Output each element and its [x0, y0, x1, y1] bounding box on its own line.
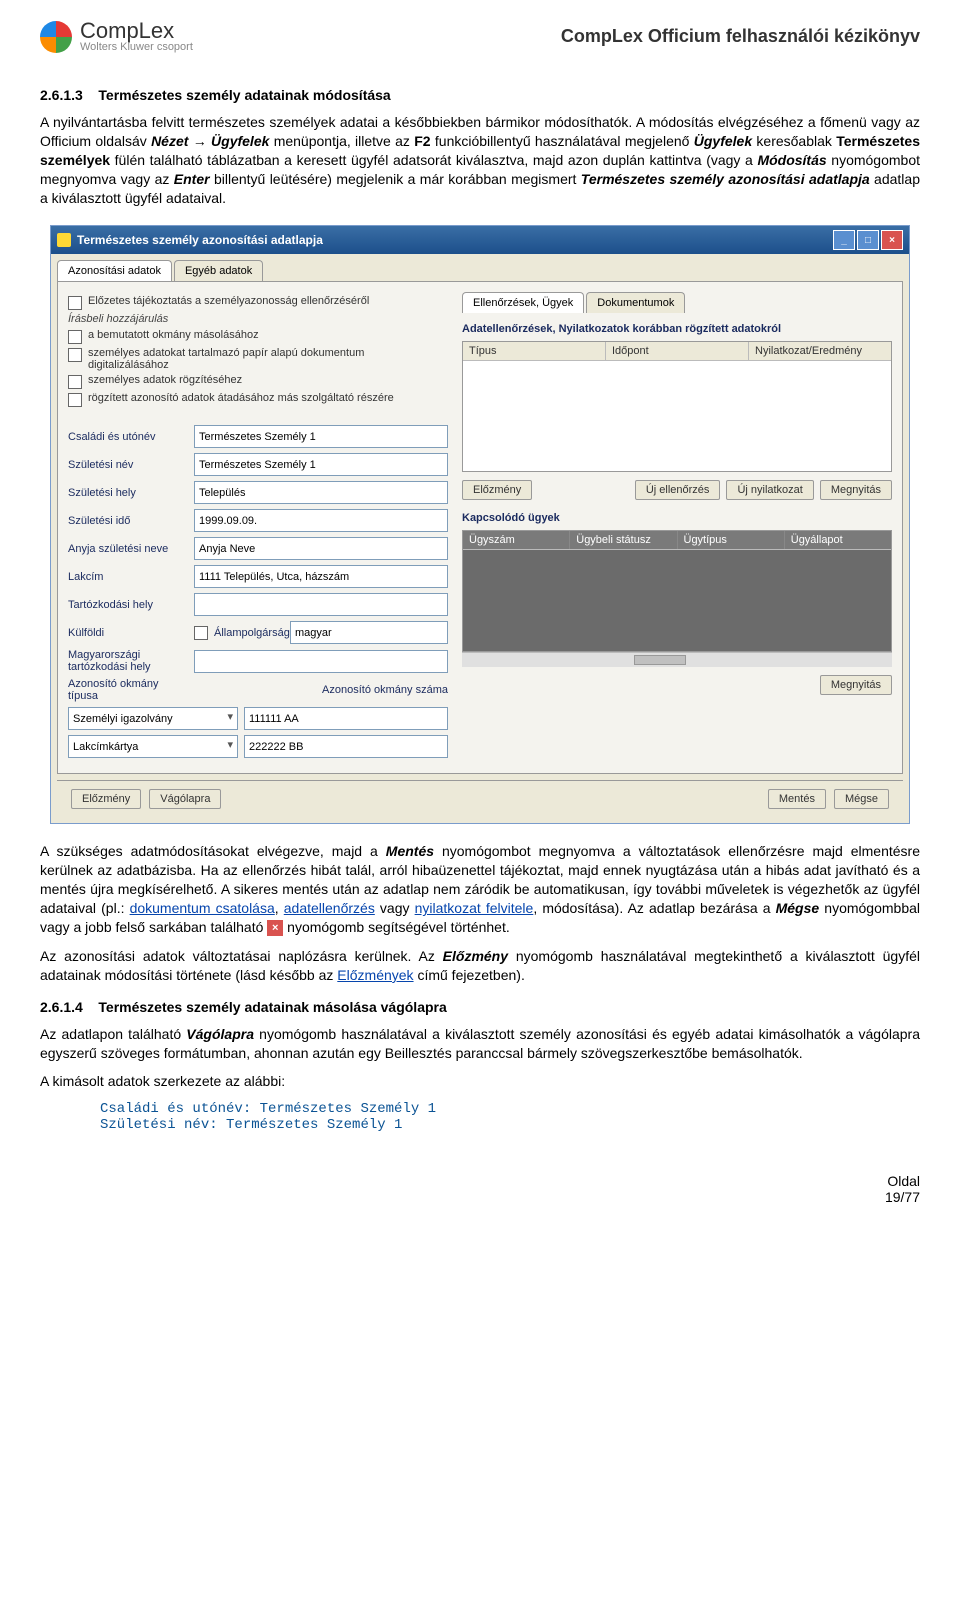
main-tabs: Azonosítási adatok Egyéb adatok: [51, 254, 909, 281]
link-adatellenorzes[interactable]: adatellenőrzés: [284, 900, 375, 916]
logo-sub: Wolters Kluwer csoport: [80, 42, 193, 53]
kapcsolodo-heading: Kapcsolódó ügyek: [462, 512, 892, 524]
tab-ellenorzesek[interactable]: Ellenőrzések, Ügyek: [462, 292, 584, 313]
link-nyilatkozat[interactable]: nyilatkozat felvitele: [415, 900, 534, 916]
bottom-elozmeny-button[interactable]: Előzmény: [71, 789, 141, 809]
paragraph-3: Az azonosítási adatok változtatásai napl…: [40, 947, 920, 985]
mono-block: Családi és utónév: Természetes Személy 1…: [100, 1101, 920, 1133]
bottom-button-bar: Előzmény Vágólapra Mentés Mégse: [57, 780, 903, 817]
tab-dokumentumok[interactable]: Dokumentumok: [586, 292, 685, 313]
csaladi-input[interactable]: Természetes Személy 1: [194, 425, 448, 448]
elozmeny-button[interactable]: Előzmény: [462, 480, 532, 500]
section-heading-1: 2.6.1.3 Természetes személy adatainak mó…: [40, 87, 920, 103]
szulnev-input[interactable]: Természetes Személy 1: [194, 453, 448, 476]
szulido-input[interactable]: 1999.09.09.: [194, 509, 448, 532]
paragraph-5: A kimásolt adatok szerkezete az alábbi:: [40, 1072, 920, 1091]
magyar-tart-input[interactable]: [194, 650, 448, 673]
paragraph-4: Az adatlapon található Vágólapra nyomógo…: [40, 1025, 920, 1063]
logo-area: CompLex Wolters Kluwer csoport: [40, 20, 193, 53]
okm-tipus-select[interactable]: Személyi igazolvány: [68, 707, 238, 730]
page-footer: Oldal 19/77: [0, 1163, 960, 1225]
checkbox[interactable]: [68, 375, 82, 389]
lakcimkartya-szam-input[interactable]: 222222 BB: [244, 735, 448, 758]
left-pane: Előzetes tájékoztatás a személyazonosság…: [68, 292, 448, 763]
tartozkodasi-input[interactable]: [194, 593, 448, 616]
uj-ellenorzes-button[interactable]: Új ellenőrzés: [635, 480, 721, 500]
chk-head-label: Előzetes tájékoztatás a személyazonosság…: [88, 295, 369, 307]
right-pane: Ellenőrzések, Ügyek Dokumentumok Adatell…: [462, 292, 892, 763]
uj-nyilatkozat-button[interactable]: Új nyilatkozat: [726, 480, 813, 500]
kulfoldi-checkbox[interactable]: [194, 626, 208, 640]
paragraph-2: A szükséges adatmódosításokat elvégezve,…: [40, 842, 920, 936]
lakcimkartya-select[interactable]: Lakcímkártya: [68, 735, 238, 758]
tab-egyeb[interactable]: Egyéb adatok: [174, 260, 263, 281]
okm-szam-input[interactable]: 111111 AA: [244, 707, 448, 730]
lakcim-input[interactable]: 1111 Település, Utca, házszám: [194, 565, 448, 588]
checkbox[interactable]: [68, 296, 82, 310]
maximize-button[interactable]: □: [857, 230, 879, 250]
megnyitas-button[interactable]: Megnyitás: [820, 480, 892, 500]
scrollbar[interactable]: [462, 652, 892, 667]
bottom-mentes-button[interactable]: Mentés: [768, 789, 826, 809]
close-x-icon: ×: [267, 920, 283, 936]
titlebar[interactable]: Természetes személy azonosítási adatlapj…: [51, 226, 909, 254]
adatell-heading: Adatellenőrzések, Nyilatkozatok korábban…: [462, 323, 892, 335]
link-elozmenyek[interactable]: Előzmények: [337, 967, 413, 983]
close-button[interactable]: ×: [881, 230, 903, 250]
kapcsolodo-table: Ügyszám Ügybeli státusz Ügytípus Ügyálla…: [462, 530, 892, 652]
link-dok-csatolasa[interactable]: dokumentum csatolása: [130, 900, 275, 916]
bottom-megse-button[interactable]: Mégse: [834, 789, 889, 809]
section-heading-2: 2.6.1.4 Természetes személy adatainak má…: [40, 999, 920, 1015]
logo-icon: [40, 21, 72, 53]
app-window: Természetes személy azonosítási adatlapj…: [50, 225, 910, 824]
window-title: Természetes személy azonosítási adatlapj…: [77, 233, 323, 247]
minimize-button[interactable]: _: [833, 230, 855, 250]
checkbox[interactable]: [68, 330, 82, 344]
szulhely-input[interactable]: Település: [194, 481, 448, 504]
allampolg-input[interactable]: magyar: [290, 621, 448, 644]
megnyitas2-button[interactable]: Megnyitás: [820, 675, 892, 695]
checkbox[interactable]: [68, 348, 82, 362]
note-irasbeli: Írásbeli hozzájárulás: [68, 313, 448, 325]
checkbox[interactable]: [68, 393, 82, 407]
page-header: CompLex Wolters Kluwer csoport CompLex O…: [0, 0, 960, 63]
bottom-vagolapra-button[interactable]: Vágólapra: [149, 789, 221, 809]
tab-azonositasi[interactable]: Azonosítási adatok: [57, 260, 172, 281]
doc-title: CompLex Officium felhasználói kézikönyv: [561, 26, 920, 47]
anyja-input[interactable]: Anyja Neve: [194, 537, 448, 560]
logo-brand: CompLex: [80, 20, 193, 42]
adatell-table: Típus Időpont Nyilatkozat/Eredmény: [462, 341, 892, 472]
paragraph-1: A nyilvántartásba felvitt természetes sz…: [40, 113, 920, 207]
window-icon: [57, 233, 71, 247]
